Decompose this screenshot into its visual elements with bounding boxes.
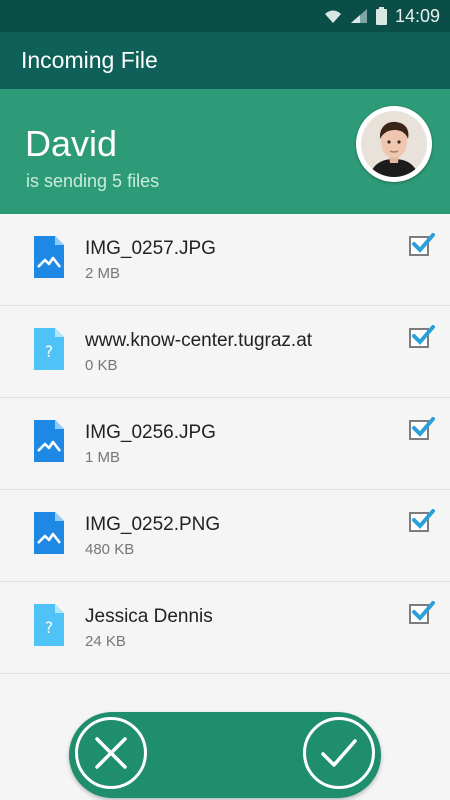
clock: 14:09	[394, 5, 440, 26]
svg-text:?: ?	[45, 618, 54, 637]
app-bar: Incoming File	[0, 32, 450, 89]
svg-text:?: ?	[45, 342, 54, 361]
unknown-file-icon: ?	[34, 328, 64, 370]
unknown-file-icon: ?	[34, 604, 64, 646]
file-checkbox[interactable]	[409, 325, 435, 348]
accept-button[interactable]	[303, 717, 375, 789]
file-name: IMG_0256.JPG	[85, 422, 216, 443]
check-icon	[412, 325, 435, 345]
check-icon	[321, 739, 357, 767]
action-bar	[69, 712, 381, 798]
page-title: Incoming File	[21, 47, 158, 73]
check-icon	[412, 509, 435, 529]
file-size: 0 KB	[85, 357, 118, 374]
sender-name: David	[25, 123, 118, 164]
file-checkbox[interactable]	[409, 601, 435, 624]
image-file-icon	[34, 512, 64, 554]
list-item[interactable]: IMG_0257.JPG 2 MB	[0, 214, 450, 306]
file-list: IMG_0257.JPG 2 MB ? www.know-center.tugr…	[0, 214, 450, 674]
image-file-icon	[34, 420, 64, 462]
wifi-icon	[324, 8, 342, 24]
avatar	[356, 106, 432, 182]
sender-header: David is sending 5 files	[0, 89, 450, 214]
check-icon	[412, 233, 435, 253]
close-icon	[95, 737, 127, 769]
file-size: 2 MB	[85, 265, 121, 282]
list-item[interactable]: ? Jessica Dennis 24 KB	[0, 582, 450, 674]
file-name: www.know-center.tugraz.at	[85, 330, 313, 351]
status-bar: 14:09	[0, 0, 450, 32]
file-size: 480 KB	[85, 541, 135, 558]
check-icon	[412, 601, 435, 621]
battery-icon	[375, 7, 387, 25]
check-icon	[412, 417, 435, 437]
file-name: Jessica Dennis	[85, 606, 213, 627]
file-checkbox[interactable]	[409, 417, 435, 440]
decline-button[interactable]	[75, 717, 147, 789]
list-item[interactable]: IMG_0256.JPG 1 MB	[0, 398, 450, 490]
file-size: 1 MB	[85, 449, 121, 466]
signal-icon	[350, 8, 368, 24]
file-size: 24 KB	[85, 633, 126, 650]
sender-subtitle: is sending 5 files	[26, 171, 160, 191]
file-checkbox[interactable]	[409, 509, 435, 532]
image-file-icon	[34, 236, 64, 278]
list-item[interactable]: IMG_0252.PNG 480 KB	[0, 490, 450, 582]
file-name: IMG_0257.JPG	[85, 238, 216, 259]
list-item[interactable]: ? www.know-center.tugraz.at 0 KB	[0, 306, 450, 398]
file-name: IMG_0252.PNG	[85, 514, 221, 535]
file-checkbox[interactable]	[409, 233, 435, 256]
